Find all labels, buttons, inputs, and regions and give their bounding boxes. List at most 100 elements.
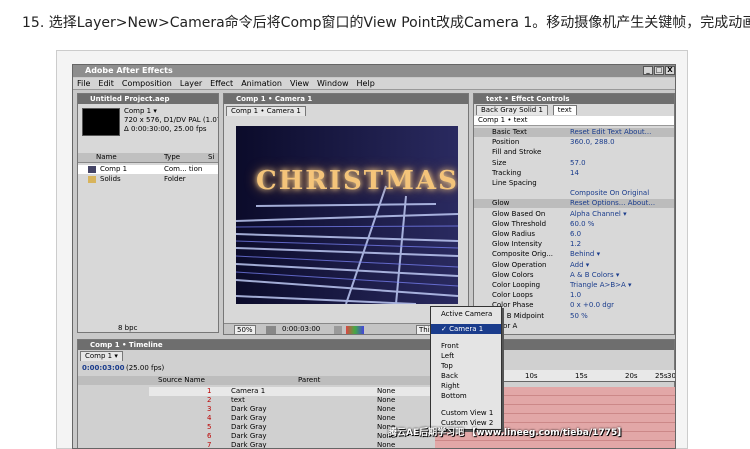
effect-row[interactable]: A & B Midpoint 50 % — [474, 312, 674, 321]
menu-item-camera-1[interactable]: ✓ Camera 1 — [431, 324, 501, 334]
bit-depth-button[interactable]: 8 bpc — [118, 324, 137, 332]
menu-item-back[interactable]: Back — [431, 371, 501, 381]
effect-row-value[interactable]: Add ▾ — [570, 261, 589, 270]
column-type[interactable]: Type — [164, 153, 180, 162]
layer-header: Source Name Parent — [78, 376, 436, 385]
menu-effect[interactable]: Effect — [210, 78, 233, 89]
menu-item-right[interactable]: Right — [431, 381, 501, 391]
layer-parent-select[interactable]: None — [377, 414, 395, 423]
effect-row[interactable]: Tracking 14 — [474, 169, 674, 178]
after-effects-window: Adobe After Effects _ □ X File Edit Comp… — [72, 64, 676, 449]
ruler-tick: 25s — [655, 372, 668, 380]
effect-row-value[interactable]: Reset Options... About... — [570, 199, 655, 208]
zoom-select[interactable]: 50% — [234, 325, 256, 334]
menu-animation[interactable]: Animation — [241, 78, 282, 89]
effect-row[interactable]: Glow Threshold 60.0 % — [474, 220, 674, 229]
column-size[interactable]: Si — [208, 153, 214, 162]
effect-row-value[interactable]: A & B Colors ▾ — [570, 271, 619, 280]
snapshot-icon[interactable] — [334, 326, 342, 334]
effect-row[interactable]: Fill and Stroke — [474, 148, 674, 157]
effect-row[interactable]: Composite On Original — [474, 189, 674, 198]
effect-row-label: Glow Colors — [492, 270, 534, 279]
effect-controls-panel: text • Effect Controls Back Gray Solid 1… — [473, 93, 675, 335]
menu-view[interactable]: View — [290, 78, 309, 89]
folder-icon — [88, 176, 96, 183]
menu-file[interactable]: File — [77, 78, 90, 89]
menu-item-bottom[interactable]: Bottom — [431, 391, 501, 401]
effect-controls-title: text • Effect Controls — [474, 94, 674, 104]
column-name[interactable]: Name — [96, 153, 117, 162]
current-time-display[interactable]: 0:00:03:00 — [282, 325, 320, 334]
tab-back-gray-solid[interactable]: Back Gray Solid 1 — [476, 105, 548, 115]
column-source-name[interactable]: Source Name — [158, 376, 205, 385]
composition-panel: Comp 1 • Camera 1 Comp 1 • Camera 1 CHRI… — [223, 93, 469, 335]
effect-row-value[interactable]: Triangle A>B>A ▾ — [570, 281, 632, 290]
layer-parent-select[interactable]: None — [377, 405, 395, 414]
menu-item-left[interactable]: Left — [431, 351, 501, 361]
effect-row-value[interactable]: 14 — [570, 169, 579, 178]
effect-row[interactable]: Size 57.0 — [474, 159, 674, 168]
layer-duration-bar[interactable] — [435, 441, 675, 448]
effect-row[interactable]: Glow Intensity 1.2 — [474, 240, 674, 249]
effect-row[interactable]: Basic Text Reset Edit Text About... — [474, 128, 674, 137]
effect-row-value[interactable]: Reset Edit Text About... — [570, 128, 651, 137]
camera-icon[interactable] — [266, 326, 276, 334]
effect-row-value[interactable]: Alpha Channel ▾ — [570, 210, 627, 219]
effect-row[interactable]: Glow Operation Add ▾ — [474, 261, 674, 270]
layer-source-name: Dark Gray — [231, 441, 267, 449]
effect-row[interactable]: Glow Radius 6.0 — [474, 230, 674, 239]
effect-row[interactable]: Glow Based On Alpha Channel ▾ — [474, 210, 674, 219]
effect-row[interactable]: Position 360.0, 288.0 — [474, 138, 674, 147]
project-item-comp[interactable]: Comp 1 Com... tion — [78, 165, 218, 174]
effect-row-value[interactable]: 360.0, 288.0 — [570, 138, 615, 147]
effect-row[interactable]: Color Loops 1.0 — [474, 291, 674, 300]
effect-row-value[interactable]: 50 % — [570, 312, 588, 321]
effect-row-value[interactable]: Behind ▾ — [570, 250, 600, 259]
effect-row-value[interactable]: 6.0 — [570, 230, 581, 239]
tab-comp-camera[interactable]: Comp 1 • Camera 1 — [226, 106, 306, 116]
effect-row-value[interactable]: 1.0 — [570, 291, 581, 300]
tab-text[interactable]: text — [552, 105, 577, 115]
timeline-current-time[interactable]: 0:00:03:00 — [82, 364, 125, 373]
effect-row[interactable]: Line Spacing — [474, 179, 674, 188]
effect-row[interactable]: Glow Reset Options... About... — [474, 199, 674, 209]
effect-row-value[interactable]: 60.0 % — [570, 220, 594, 229]
layer-parent-select[interactable]: None — [377, 441, 395, 448]
effect-row-value[interactable]: Composite On Original — [570, 189, 649, 198]
menu-layer[interactable]: Layer — [180, 78, 202, 89]
effect-row-value[interactable]: 57.0 — [570, 159, 586, 168]
project-item-solids[interactable]: Solids Folder — [78, 175, 218, 184]
menu-window[interactable]: Window — [317, 78, 349, 89]
menu-composition[interactable]: Composition — [122, 78, 172, 89]
menu-item-active-camera[interactable]: Active Camera — [431, 309, 501, 319]
effect-row[interactable]: Color Looping Triangle A>B>A ▾ — [474, 281, 674, 290]
timeline-layer-row[interactable]: 1 Camera 1 None — [149, 387, 435, 396]
project-comp-name[interactable]: Comp 1 ▾ — [124, 107, 157, 116]
effect-row[interactable]: Color Phase 0 x +0.0 dgr — [474, 301, 674, 310]
column-parent[interactable]: Parent — [298, 376, 320, 385]
timeline-layer-row[interactable]: 4 Dark Gray None — [149, 414, 435, 423]
tab-comp1[interactable]: Comp 1 ▾ — [80, 351, 123, 361]
effect-row-value[interactable]: 1.2 — [570, 240, 581, 249]
channel-icon[interactable] — [346, 326, 364, 334]
layer-parent-select[interactable]: None — [377, 396, 395, 405]
timeline-layer-row[interactable]: 2 text None — [149, 396, 435, 405]
effect-row[interactable]: Composite Orig... Behind ▾ — [474, 250, 674, 259]
effect-row[interactable]: Color A — [474, 322, 674, 331]
close-button[interactable]: X — [665, 66, 675, 75]
menu-item-custom-view-1[interactable]: Custom View 1 — [431, 408, 501, 418]
effect-row-value[interactable]: 0 x +0.0 dgr — [570, 301, 614, 310]
timeline-layer-row[interactable]: 3 Dark Gray None — [149, 405, 435, 414]
menu-edit[interactable]: Edit — [98, 78, 114, 89]
minimize-button[interactable]: _ — [643, 66, 653, 75]
menu-item-top[interactable]: Top — [431, 361, 501, 371]
maximize-button[interactable]: □ — [654, 66, 664, 75]
app-title: Adobe After Effects — [85, 66, 173, 75]
project-item-type: Com... tion — [164, 165, 203, 173]
effect-row[interactable]: Glow Colors A & B Colors ▾ — [474, 271, 674, 280]
menu-help[interactable]: Help — [357, 78, 375, 89]
timeline-layer-row[interactable]: 7 Dark Gray None — [149, 441, 435, 449]
menu-item-front[interactable]: Front — [431, 341, 501, 351]
layer-parent-select[interactable]: None — [377, 387, 395, 396]
viewer-light-streaks — [236, 126, 458, 304]
